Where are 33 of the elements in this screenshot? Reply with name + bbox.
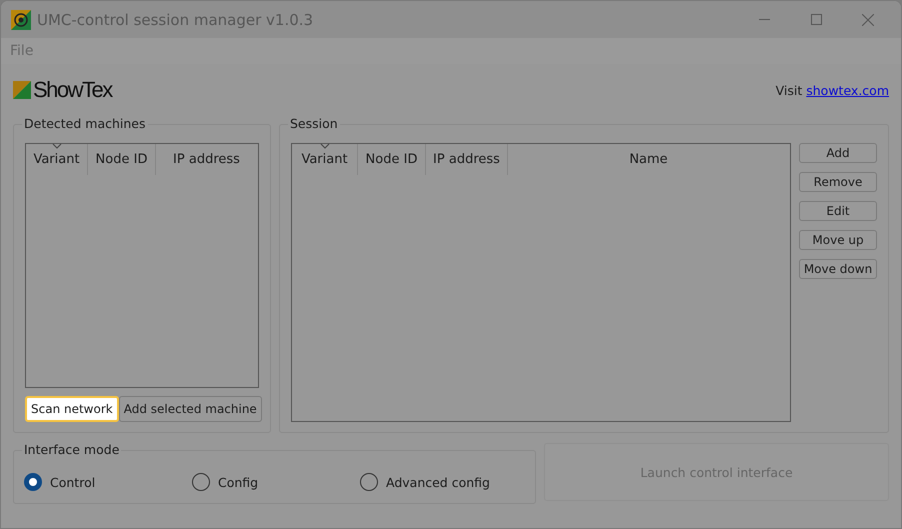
column-header[interactable]: Node ID [88, 144, 156, 175]
session-button[interactable]: Add [799, 143, 877, 163]
group-title: Interface mode [22, 442, 122, 457]
window-title: UMC-control session manager v1.0.3 [37, 10, 314, 28]
column-header[interactable]: IP address [156, 144, 258, 175]
column-header[interactable]: Variant [292, 144, 358, 175]
mode-radio[interactable]: Advanced config [360, 469, 490, 495]
session-button[interactable]: Move up [799, 230, 877, 250]
visit-label: Visit [776, 82, 802, 98]
detected-machines-table[interactable]: Variant Node ID IP address [25, 143, 259, 388]
brand-logo: ShowTex [33, 77, 112, 103]
sort-caret-icon [52, 143, 62, 149]
session-button[interactable]: Edit [799, 201, 877, 221]
column-header[interactable]: Variant [26, 144, 88, 175]
column-header[interactable]: Name [508, 144, 790, 175]
group-title: Session [288, 116, 340, 131]
machine-button[interactable]: Add selected machine [118, 396, 262, 422]
mode-radio[interactable]: Config [192, 469, 360, 495]
group-title: Detected machines [22, 116, 148, 131]
session-button[interactable]: Remove [799, 172, 877, 192]
radio-icon[interactable] [192, 473, 210, 491]
session-table[interactable]: Variant Node ID IP address Name [291, 143, 791, 422]
machine-button[interactable]: Scan network [25, 396, 119, 422]
logo-mark-icon [13, 81, 31, 99]
app-logo-icon [11, 10, 31, 30]
radio-icon[interactable] [24, 473, 42, 491]
radio-icon[interactable] [360, 473, 378, 491]
sort-caret-icon [320, 143, 330, 149]
column-header[interactable]: IP address [426, 144, 508, 175]
column-header[interactable]: Node ID [358, 144, 426, 175]
session-button[interactable]: Move down [799, 259, 877, 279]
mode-radio[interactable]: Control [24, 469, 192, 495]
website-link[interactable]: showtex.com [806, 82, 889, 98]
